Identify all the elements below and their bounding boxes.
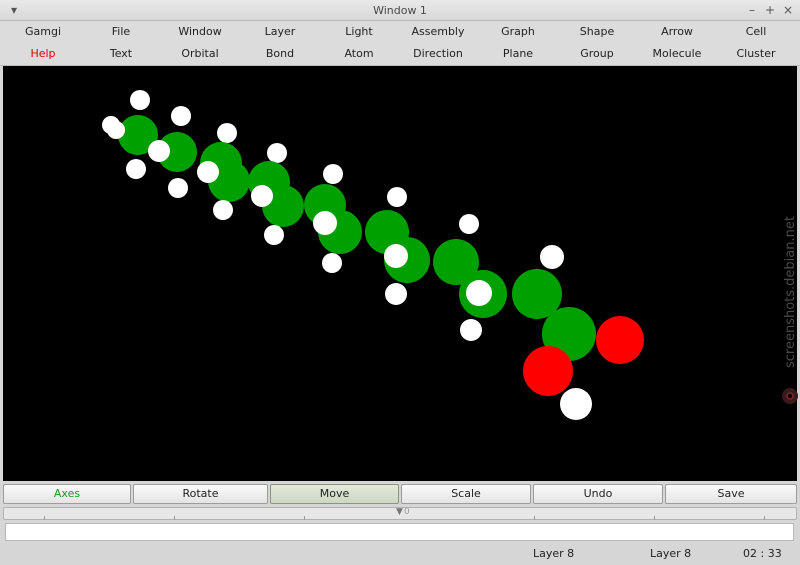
maximize-icon[interactable]: + (762, 2, 778, 18)
scale-button[interactable]: Scale (401, 484, 531, 504)
slider-tick (534, 516, 535, 520)
minimize-icon[interactable]: – (744, 2, 760, 18)
title-bar: ▾ Window 1 – + × (0, 0, 800, 21)
status-time: 02 : 33 (743, 547, 782, 560)
menu-atom[interactable]: Atom (319, 47, 399, 60)
menu-text[interactable]: Text (81, 47, 161, 60)
menu-light[interactable]: Light (319, 25, 399, 38)
rotate-button[interactable]: Rotate (133, 484, 268, 504)
slider-value: 0 (404, 507, 410, 517)
status-layer-left: Layer 8 (533, 547, 575, 560)
slider-tick (174, 516, 175, 520)
watermark-graphic: screenshots.debian.net (782, 216, 798, 404)
hydrogen-atom[interactable] (267, 143, 287, 163)
menu-gamgi[interactable]: Gamgi (3, 25, 83, 38)
undo-button[interactable]: Undo (533, 484, 663, 504)
hydrogen-atom[interactable] (540, 245, 564, 269)
slider-tick (764, 516, 765, 520)
hydrogen-atom[interactable] (107, 121, 125, 139)
slider-tick (304, 516, 305, 520)
watermark-text: screenshots.debian.net (783, 216, 798, 368)
save-button[interactable]: Save (665, 484, 797, 504)
hydrogen-atom[interactable] (171, 106, 191, 126)
hydrogen-atom[interactable] (197, 161, 219, 183)
debian-swirl-inner (786, 392, 794, 400)
close-icon[interactable]: × (780, 2, 796, 18)
slider-tick (654, 516, 655, 520)
hydrogen-atom[interactable] (148, 140, 170, 162)
molecule-render (102, 90, 644, 420)
menu-layer[interactable]: Layer (240, 25, 320, 38)
window-title: Window 1 (373, 4, 427, 17)
menu-plane[interactable]: Plane (478, 47, 558, 60)
menu-file[interactable]: File (81, 25, 161, 38)
menu-direction[interactable]: Direction (398, 47, 478, 60)
molecule-viewport[interactable] (3, 66, 797, 481)
menu-bar: Gamgi File Window Layer Light Assembly G… (0, 21, 800, 66)
hydrogen-atom[interactable] (213, 200, 233, 220)
hydrogen-atom[interactable] (384, 244, 408, 268)
menu-help[interactable]: Help (3, 47, 83, 60)
hydrogen-atom[interactable] (459, 214, 479, 234)
command-entry[interactable] (5, 523, 794, 541)
menu-group[interactable]: Group (557, 47, 637, 60)
hydrogen-atom[interactable] (466, 280, 492, 306)
hydrogen-atom[interactable] (387, 187, 407, 207)
menu-cluster[interactable]: Cluster (716, 47, 796, 60)
menu-window[interactable]: Window (160, 25, 240, 38)
hydrogen-atom[interactable] (322, 253, 342, 273)
value-slider[interactable]: ▼ 0 (3, 507, 797, 520)
hydrogen-atom[interactable] (168, 178, 188, 198)
hydrogen-atom[interactable] (217, 123, 237, 143)
menu-assembly[interactable]: Assembly (398, 25, 478, 38)
hydrogen-atom[interactable] (560, 388, 592, 420)
hydrogen-atom[interactable] (323, 164, 343, 184)
menu-molecule[interactable]: Molecule (637, 47, 717, 60)
slider-handle-icon[interactable]: ▼ (396, 507, 403, 517)
hydrogen-atom[interactable] (460, 319, 482, 341)
menu-arrow[interactable]: Arrow (637, 25, 717, 38)
bottom-toolbar: Axes Rotate Move Scale Undo Save (0, 484, 800, 504)
hydrogen-atom[interactable] (313, 211, 337, 235)
menu-shape[interactable]: Shape (557, 25, 637, 38)
oxygen-atom[interactable] (596, 316, 644, 364)
move-button[interactable]: Move (270, 484, 399, 504)
menu-cell[interactable]: Cell (716, 25, 796, 38)
hydrogen-atom[interactable] (264, 225, 284, 245)
axes-button[interactable]: Axes (3, 484, 131, 504)
hydrogen-atom[interactable] (130, 90, 150, 110)
menu-orbital[interactable]: Orbital (160, 47, 240, 60)
slider-tick (44, 516, 45, 520)
menu-bond[interactable]: Bond (240, 47, 320, 60)
status-layer-right: Layer 8 (650, 547, 692, 560)
molecule (102, 90, 644, 420)
hydrogen-atom[interactable] (385, 283, 407, 305)
hydrogen-atom[interactable] (126, 159, 146, 179)
oxygen-atom[interactable] (523, 346, 573, 396)
watermark: screenshots.debian.net (781, 160, 799, 410)
hydrogen-atom[interactable] (251, 185, 273, 207)
menu-graph[interactable]: Graph (478, 25, 558, 38)
